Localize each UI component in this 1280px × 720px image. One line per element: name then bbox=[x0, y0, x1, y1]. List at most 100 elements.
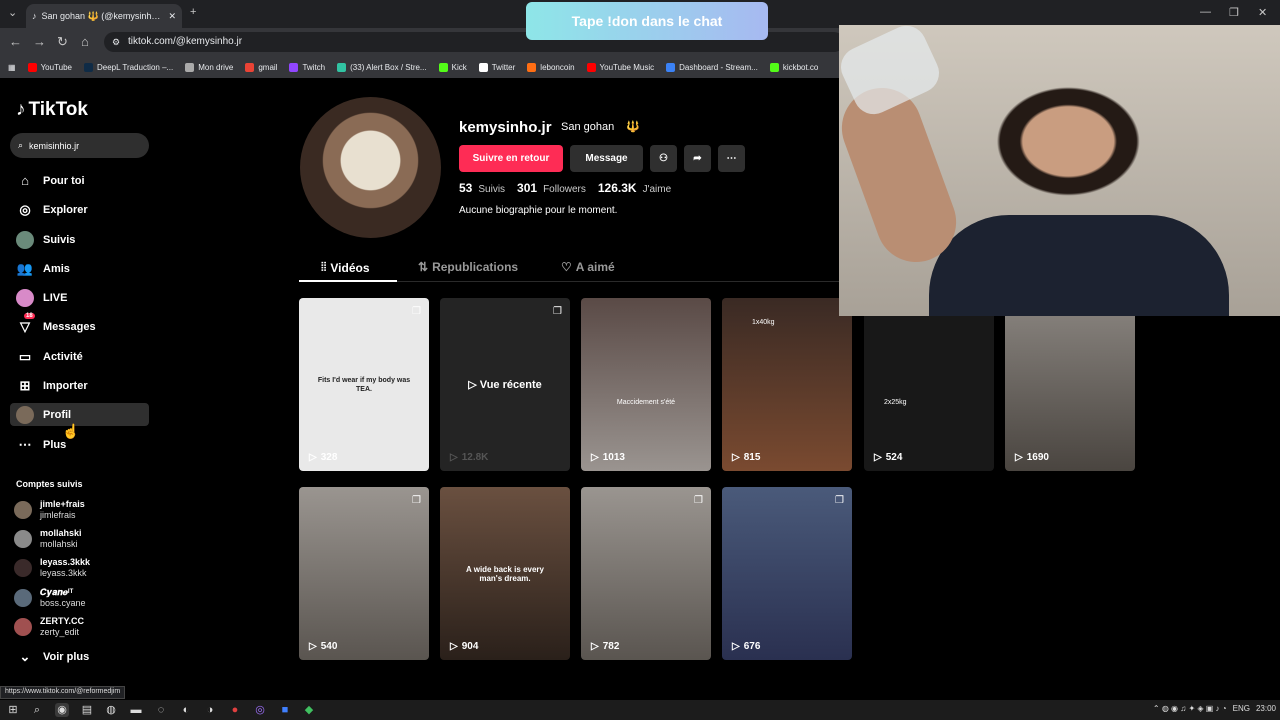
bookmark-item[interactable]: YouTube Music bbox=[586, 62, 654, 72]
add-friend-icon[interactable]: ⚇ bbox=[650, 145, 677, 172]
home-browser-icon[interactable]: ⌂ bbox=[81, 34, 89, 49]
tab-title: San gohan 🔱 (@kemysinho.jr bbox=[41, 10, 164, 21]
more-icon: ⋯ bbox=[18, 436, 32, 452]
search-input[interactable]: ⌕ kemisinhio.jr bbox=[10, 133, 149, 158]
follow-back-button[interactable]: Suivre en retour bbox=[459, 145, 563, 172]
bookmark-item[interactable]: DeepL Traduction –... bbox=[84, 62, 173, 72]
multi-photo-icon: ❐ bbox=[694, 495, 703, 506]
share-icon[interactable]: ➦ bbox=[684, 145, 711, 172]
clock[interactable]: 23:00 bbox=[1256, 704, 1276, 713]
bookmark-favicon-icon bbox=[478, 62, 488, 72]
chrome-icon[interactable]: ◉ bbox=[55, 703, 69, 717]
video-caption: 2x25kg bbox=[884, 399, 907, 406]
taskbar-app-icon[interactable]: ■ bbox=[278, 703, 292, 717]
video-card[interactable]: ❐ ▷ 782 bbox=[581, 487, 711, 660]
followed-account[interactable]: mollahski mollahski bbox=[14, 528, 82, 550]
bookmark-favicon-icon bbox=[245, 62, 255, 72]
video-card[interactable]: ❐ ▷ 540 bbox=[299, 487, 429, 660]
bookmark-item[interactable]: gmail bbox=[245, 62, 277, 72]
nav-item-explorer[interactable]: ◎ Explorer bbox=[10, 198, 149, 221]
followed-account[interactable]: ZERTY.CC zerty_edit bbox=[14, 616, 84, 638]
video-card[interactable]: ▷ 1690 bbox=[1005, 298, 1135, 471]
followers-label[interactable]: Followers bbox=[543, 184, 586, 195]
tab-videos[interactable]: ⦙⦙ Vidéos bbox=[321, 260, 370, 275]
video-card[interactable]: A wide back is every man's dream. ▷ 904 bbox=[440, 487, 570, 660]
profile-tabs: ⦙⦙ Vidéos ⇅ Republications ♡ A aimé bbox=[299, 256, 839, 282]
nav-item-messages[interactable]: ▽ 18 Messages bbox=[10, 312, 149, 338]
taskbar-app-icon[interactable]: ◍ bbox=[104, 703, 118, 717]
followers-count: 301 bbox=[517, 181, 538, 195]
browser-tab[interactable]: ♪ San gohan 🔱 (@kemysinho.jr ✕ bbox=[26, 4, 182, 28]
windows-start-icon[interactable]: ⊞ bbox=[6, 703, 20, 717]
taskbar-app-icon[interactable]: ● bbox=[228, 703, 242, 717]
nav-item-suivis[interactable]: Suivis bbox=[10, 228, 149, 251]
nav-item-activite[interactable]: ▭ Activité bbox=[10, 345, 149, 368]
restore-icon[interactable]: ❐ bbox=[1229, 6, 1239, 19]
following-label[interactable]: Suivis bbox=[478, 184, 505, 195]
bookmark-item[interactable]: Kick bbox=[438, 62, 467, 72]
bookmark-favicon-icon bbox=[289, 62, 299, 72]
video-card[interactable]: 2x25kg ▷ 524 bbox=[864, 298, 994, 471]
bookmark-item[interactable]: Twitch bbox=[289, 62, 325, 72]
new-tab-icon[interactable]: + bbox=[190, 6, 196, 18]
nav-item-importer[interactable]: ⊞ Importer bbox=[10, 374, 149, 397]
apps-icon[interactable]: ▦ bbox=[8, 63, 16, 72]
avatar bbox=[14, 559, 32, 577]
video-card[interactable]: ❐ ▷ 676 bbox=[722, 487, 852, 660]
bookmark-item[interactable]: leboncoin bbox=[527, 62, 575, 72]
video-card[interactable]: Maccidement s'été ▷ 1013 bbox=[581, 298, 711, 471]
language-indicator[interactable]: ENG bbox=[1233, 704, 1250, 713]
system-tray: ⌃ ◍ ◉ ♫ ✦ ◈ ▣ ♪ ◔ ENG 23:00 bbox=[1153, 704, 1276, 713]
video-card[interactable]: ❐ Fits I'd wear if my body was TEA. ▷ 328 bbox=[299, 298, 429, 471]
bookmark-item[interactable]: Twitter bbox=[478, 62, 515, 72]
tab-search-icon[interactable]: ⌄ bbox=[8, 6, 17, 19]
taskbar-app-icon[interactable]: ◎ bbox=[253, 703, 267, 717]
bookmark-item[interactable]: YouTube bbox=[27, 62, 72, 72]
video-card[interactable]: 1x40kg ▷ 815 bbox=[722, 298, 852, 471]
bookmark-item[interactable]: Mon drive bbox=[185, 62, 233, 72]
tiktok-logo[interactable]: ♪ TikTok bbox=[16, 99, 88, 121]
play-icon: ▷ bbox=[468, 379, 480, 391]
followed-account[interactable]: 𝑪𝒚𝒂𝒏𝒆ᴵᵀ boss.cyane bbox=[14, 587, 86, 609]
nav-item-pour-toi[interactable]: ⌂ Pour toi bbox=[10, 169, 149, 192]
compass-icon: ◎ bbox=[19, 201, 31, 217]
taskbar-search-icon[interactable]: ⌕ bbox=[30, 703, 44, 717]
bookmark-item[interactable]: kickbot.co bbox=[769, 62, 818, 72]
taskbar-app-icon[interactable]: ◌ bbox=[154, 703, 168, 717]
close-window-icon[interactable]: ✕ bbox=[1258, 6, 1267, 19]
reload-icon[interactable]: ↻ bbox=[57, 34, 68, 50]
video-card[interactable]: ❐ ▷ Vue récente ▷ 12.8K bbox=[440, 298, 570, 471]
minimize-icon[interactable]: — bbox=[1200, 6, 1211, 18]
site-info-icon[interactable]: ⚙ bbox=[112, 32, 120, 52]
taskbar-app-icon[interactable]: ◑ bbox=[203, 703, 217, 717]
followed-account[interactable]: leyass.3kkk leyass.3kkk bbox=[14, 557, 90, 579]
bookmark-item[interactable]: (33) Alert Box / Stre... bbox=[337, 62, 427, 72]
more-options-icon[interactable]: ⋯ bbox=[718, 145, 745, 172]
video-views: ▷ 12.8K bbox=[450, 452, 489, 463]
tray-icons[interactable]: ⌃ ◍ ◉ ♫ ✦ ◈ ▣ ♪ ◔ bbox=[1153, 704, 1227, 713]
close-tab-icon[interactable]: ✕ bbox=[168, 11, 176, 22]
nav-item-profil[interactable]: Profil bbox=[10, 403, 149, 426]
nav-item-amis[interactable]: 👥 Amis bbox=[10, 257, 149, 280]
profile-avatar[interactable] bbox=[300, 97, 441, 238]
play-icon: ▷ bbox=[309, 452, 317, 463]
taskbar-app-icon[interactable]: ◐ bbox=[179, 703, 193, 717]
nav-item-plus[interactable]: ⋯ Plus bbox=[10, 433, 149, 456]
taskbar-app-icon[interactable]: ◆ bbox=[302, 703, 316, 717]
see-more-button[interactable]: ⌄ Voir plus bbox=[10, 645, 149, 668]
tab-liked[interactable]: ♡ A aimé bbox=[561, 260, 615, 274]
avatar bbox=[14, 501, 32, 519]
tab-republications[interactable]: ⇅ Republications bbox=[418, 260, 518, 274]
search-icon: ⌕ bbox=[18, 140, 24, 150]
video-views: ▷ 815 bbox=[732, 452, 761, 463]
message-button[interactable]: Message bbox=[570, 145, 643, 172]
play-icon: ▷ bbox=[732, 641, 740, 652]
bookmark-item[interactable]: Dashboard - Stream... bbox=[666, 62, 758, 72]
folder-icon[interactable]: ▬ bbox=[129, 703, 143, 717]
nav-item-live[interactable]: LIVE bbox=[10, 286, 149, 309]
forward-icon[interactable]: → bbox=[33, 34, 46, 49]
back-icon[interactable]: ← bbox=[9, 34, 22, 49]
taskbar-app-icon[interactable]: ▤ bbox=[80, 703, 94, 717]
followed-account[interactable]: jimle+frais jimlefrais bbox=[14, 499, 85, 521]
following-accounts-title: Comptes suivis bbox=[16, 479, 83, 489]
